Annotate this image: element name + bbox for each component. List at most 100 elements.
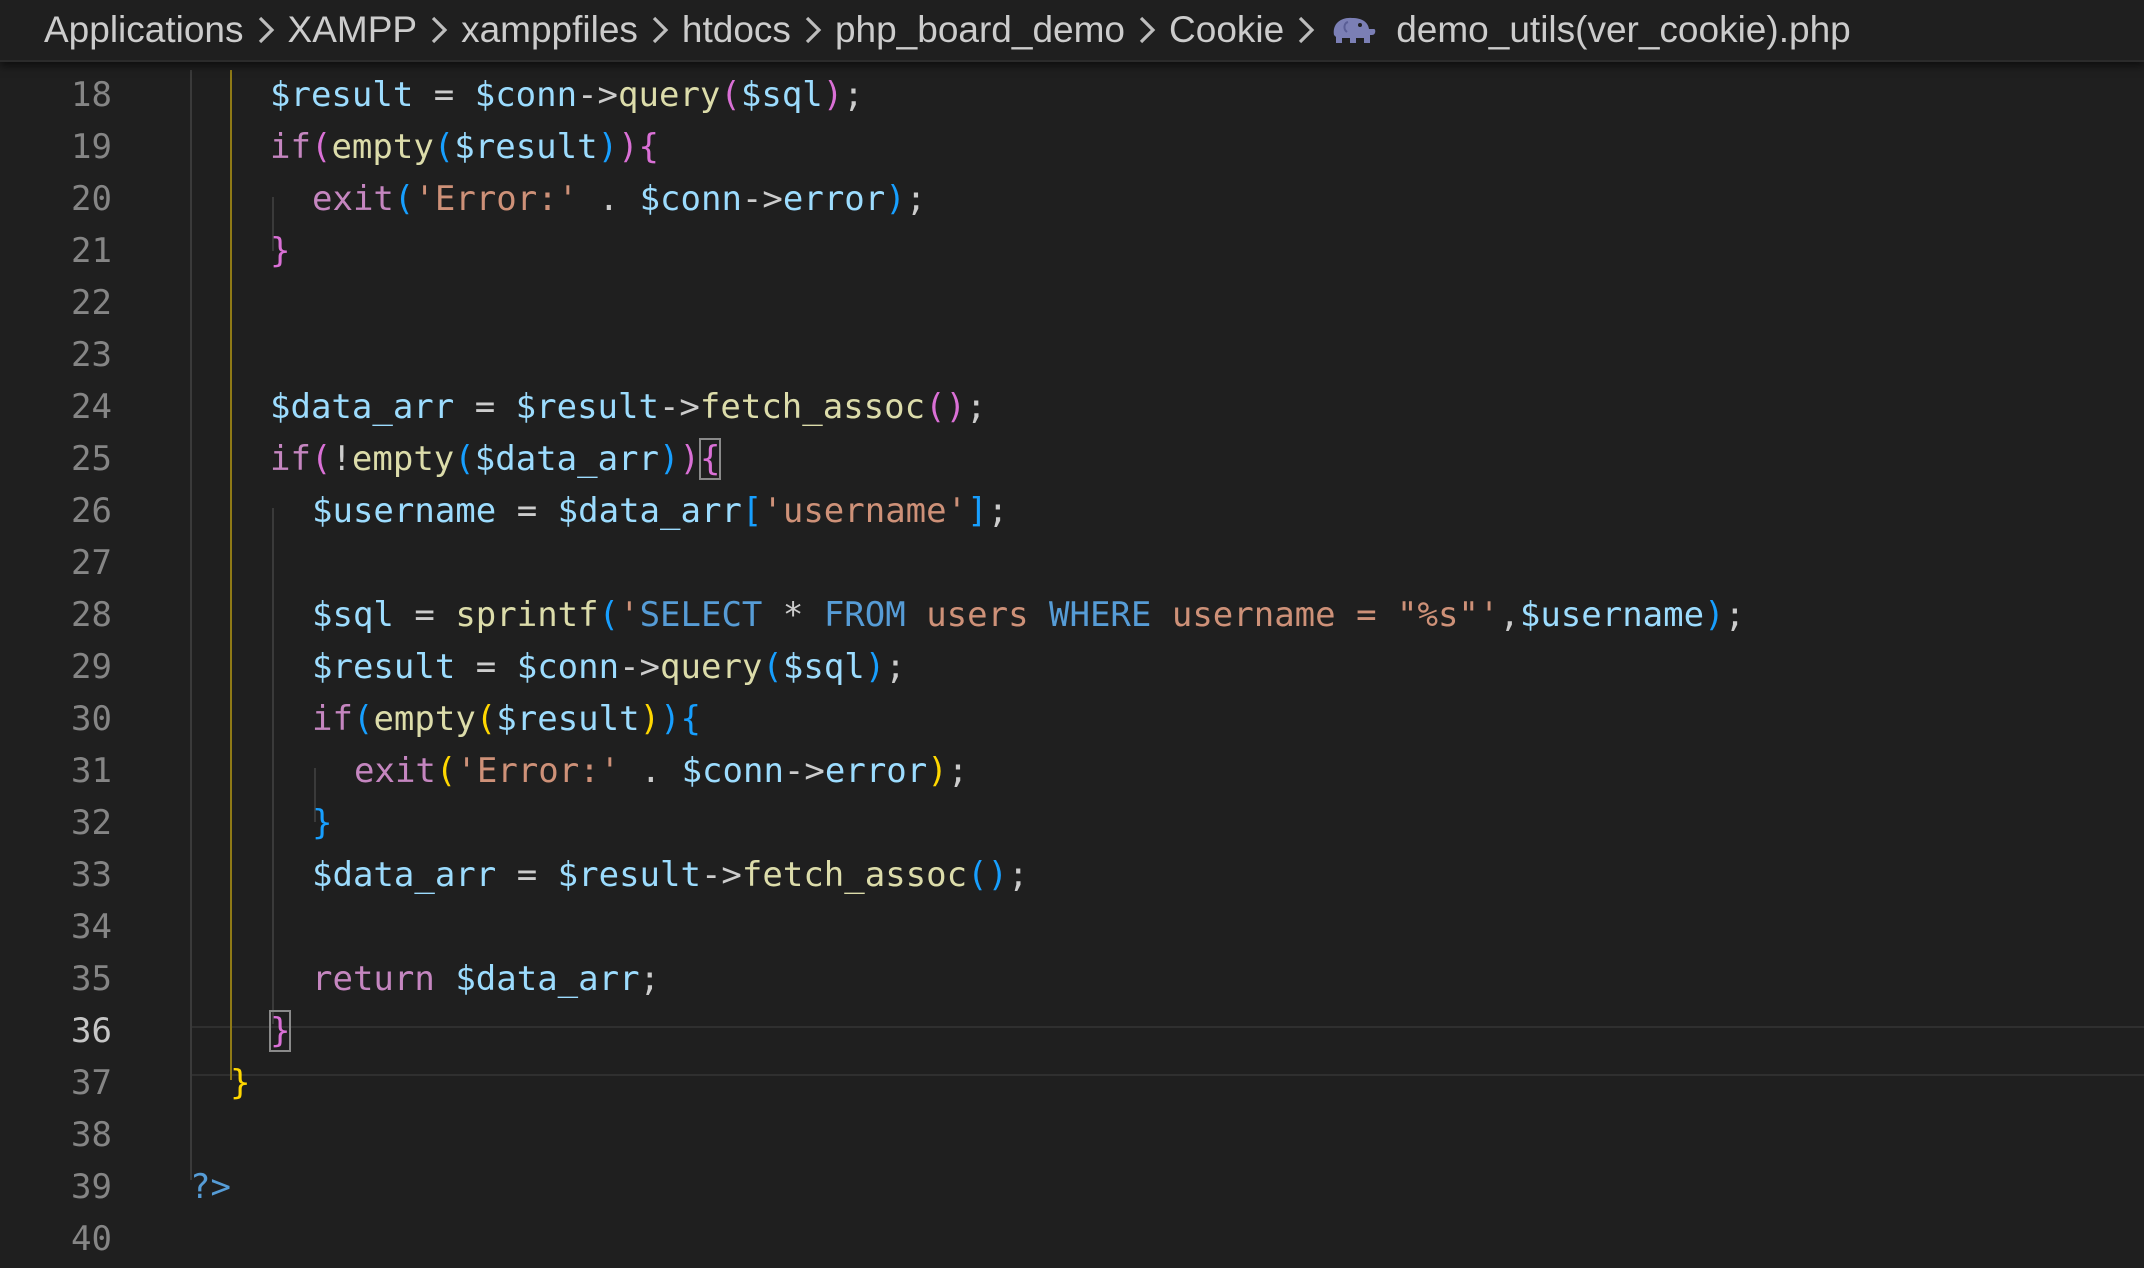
code-text[interactable]: $data_arr = $result->fetch_assoc(); [312,849,1029,901]
code-text[interactable]: exit('Error:' . $conn->error); [312,173,926,225]
code-token: } [270,231,291,271]
code-token: [ [741,491,763,531]
chevron-right-icon [429,16,449,44]
line-number: 27 [71,543,112,583]
code-token: error [782,179,886,219]
code-line[interactable]: 29 $result = $conn->query($sql); [0,641,2144,693]
code-token: $conn [516,647,620,687]
code-token: $username [312,491,497,531]
line-number: 38 [71,1115,112,1155]
code-line[interactable]: 39 ?> [0,1161,2144,1213]
breadcrumb-item-xamppfiles[interactable]: xamppfiles [461,9,638,51]
code-token: if [312,699,353,739]
chevron-right-icon [650,16,670,44]
code-line[interactable]: 20 exit('Error:' . $conn->error); [0,173,2144,225]
code-text[interactable]: $result = $conn->query($sql); [312,641,906,693]
code-text[interactable]: return $data_arr; [312,953,660,1005]
code-line[interactable]: 19 if(empty($result)){ [0,121,2144,173]
code-line[interactable]: 38 [0,1109,2144,1161]
code-line[interactable]: 33 $data_arr = $result->fetch_assoc(); [0,849,2144,901]
code-line[interactable]: 36} [0,1005,2144,1057]
code-line[interactable]: 32} [0,797,2144,849]
code-text[interactable]: $result = $conn->query($sql); [270,69,864,121]
code-token: ] [967,491,988,531]
code-token: } [230,1063,251,1103]
code-editor[interactable]: 17$sql = sprintf('SELECT username FROM t… [0,0,2144,1268]
code-text[interactable]: if(empty($result)){ [312,693,701,745]
code-text[interactable]: $data_arr = $result->fetch_assoc(); [270,381,987,433]
code-token: -> [783,751,825,791]
code-line[interactable]: 21} [0,225,2144,277]
line-number: 29 [71,647,112,687]
code-line[interactable]: 37} [0,1057,2144,1109]
code-token: , [1499,595,1520,635]
code-text[interactable]: $sql = sprintf('SELECT * FROM users WHER… [312,589,1745,641]
breadcrumb-item-htdocs[interactable]: htdocs [682,9,791,51]
code-token: $result [557,855,701,895]
code-token: ( [475,699,497,739]
code-line[interactable]: 27 [0,537,2144,589]
code-line[interactable]: 40 [0,1213,2144,1265]
code-line[interactable]: 28 $sql = sprintf('SELECT * FROM users WH… [0,589,2144,641]
chevron-right-icon [1137,16,1157,44]
code-text[interactable]: } [268,1005,292,1057]
code-text[interactable]: exit('Error:' . $conn->error); [354,745,968,797]
code-token: $result [270,75,414,115]
code-text[interactable]: if(empty($result)){ [270,121,659,173]
code-token: empty [351,439,455,479]
code-token: query [660,647,763,687]
line-number: 20 [71,179,112,219]
code-text[interactable]: ?> [190,1161,231,1213]
code-token: $data_arr [455,959,640,999]
code-token: = [413,75,475,115]
code-token: ) [679,439,700,479]
code-line[interactable]: 24 $data_arr = $result->fetch_assoc(); [0,381,2144,433]
code-token: $sql [312,595,394,635]
code-token: $username [1519,595,1705,635]
code-token: FROM [823,595,906,635]
code-line[interactable]: 35 return $data_arr; [0,953,2144,1005]
code-line[interactable]: 22 [0,277,2144,329]
code-token: username = "%s"' [1151,595,1500,635]
code-token: ( [433,127,455,167]
code-text[interactable]: $username = $data_arr['username']; [312,485,1008,537]
code-token: query [618,75,721,115]
code-token: SELECT [639,595,763,635]
code-token: * [762,595,824,635]
code-token: -> [577,75,619,115]
code-text[interactable]: } [270,225,290,277]
code-token: ! [331,439,352,479]
code-token: ) [659,439,680,479]
code-token: ; [1724,595,1746,635]
code-token: ; [843,75,864,115]
breadcrumb-item-applications[interactable]: Applications [44,9,244,51]
code-token: ) [885,179,906,219]
code-line[interactable]: 26 $username = $data_arr['username']; [0,485,2144,537]
code-text[interactable]: if(!empty($data_arr)){ [270,433,722,485]
code-token: $data_arr [270,387,455,427]
code-line[interactable]: 25 if(!empty($data_arr)){ [0,433,2144,485]
code-token: $conn [474,75,578,115]
code-token: if [270,127,311,167]
breadcrumb-item-php-board-demo[interactable]: php_board_demo [835,9,1125,51]
code-token: $data_arr [312,855,497,895]
code-token: ( [762,647,783,687]
code-token: = [393,595,456,635]
breadcrumb-item-xampp[interactable]: XAMPP [288,9,418,51]
code-text[interactable]: } [230,1057,250,1109]
code-token: ) [864,647,886,687]
code-line[interactable]: 34 [0,901,2144,953]
code-text[interactable]: } [312,797,332,849]
code-line[interactable]: 18 $result = $conn->query($sql); [0,69,2144,121]
breadcrumb-item-cookie[interactable]: Cookie [1169,9,1284,51]
code-token: ; [947,751,969,791]
code-line[interactable]: 31 exit('Error:' . $conn->error); [0,745,2144,797]
breadcrumb-item-file[interactable]: demo_utils(ver_cookie).php [1396,9,1851,51]
line-number: 36 [71,1011,112,1051]
code-token: $data_arr [474,439,659,479]
code-line[interactable]: 30 if(empty($result)){ [0,693,2144,745]
code-line[interactable]: 23 [0,329,2144,381]
code-token: fetch_assoc [741,855,968,895]
code-token: sprintf [455,595,599,635]
